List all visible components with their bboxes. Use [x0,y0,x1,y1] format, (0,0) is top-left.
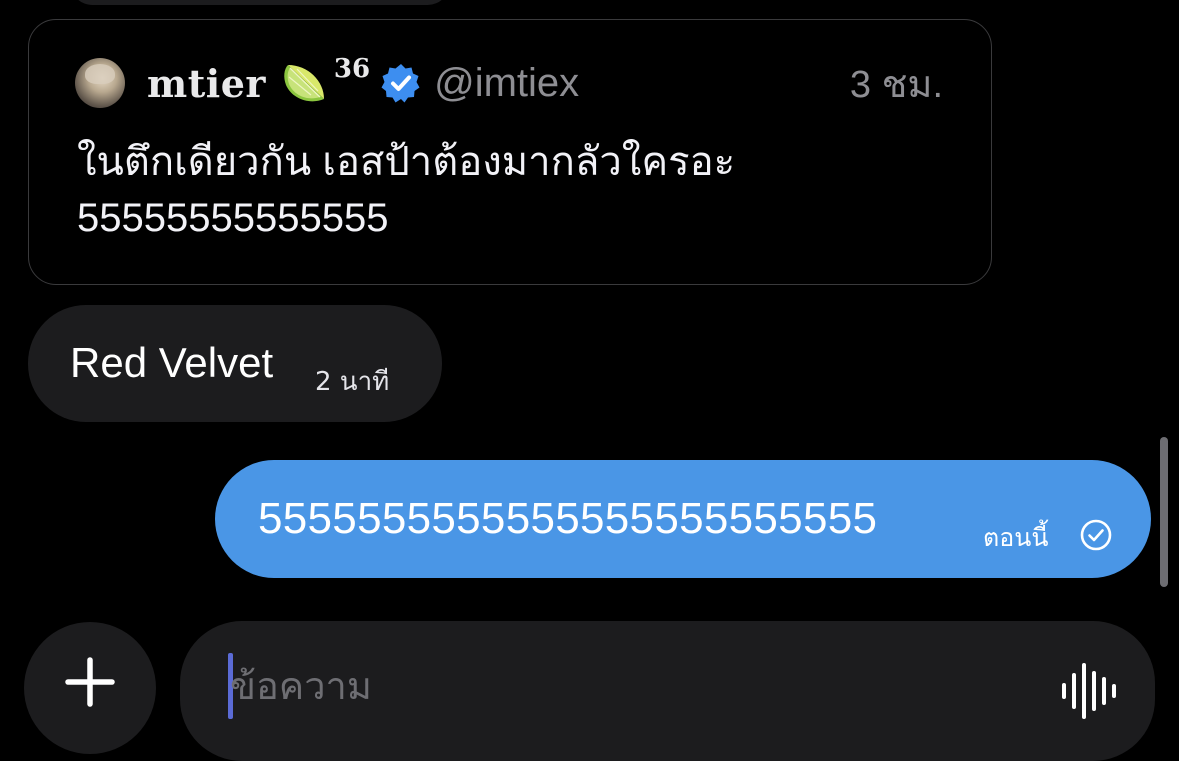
received-message-bubble[interactable]: Red Velvet 2 นาที [28,305,442,422]
quoted-post-header: mtier 36 @imtiex 3 ชม. [75,54,943,110]
voice-waveform-icon[interactable] [1058,663,1118,719]
post-text-line: ในตึกเดียวกัน เอสป้าต้องมากลัวใครอะ [77,140,736,184]
scrollbar[interactable] [1160,437,1168,587]
post-timestamp: 3 ชม. [849,63,943,106]
plus-icon [65,657,115,707]
lime-icon [284,65,324,102]
sent-check-icon [1080,519,1112,551]
message-timestamp: 2 นาที [315,367,390,397]
sent-message-bubble[interactable]: 5555555555555555555555555 ตอนนี้ [215,460,1151,578]
avatar[interactable] [75,58,125,108]
add-attachment-button[interactable] [24,622,156,754]
message-text: 5555555555555555555555555 [258,494,878,543]
quoted-post-body: ในตึกเดียวกัน เอสป้าต้องมากลัวใครอะ 5555… [77,134,951,246]
message-timestamp: ตอนนี้ [983,523,1049,552]
post-text-line: 55555555555555 [77,196,389,240]
verified-badge-icon [381,64,420,103]
quoted-post-card[interactable]: mtier 36 @imtiex 3 ชม. ในตึกเดียวกัน เอส… [28,19,992,285]
display-name[interactable]: mtier [147,61,266,106]
message-input[interactable] [230,651,1030,721]
user-handle[interactable]: @imtiex [434,61,579,106]
message-text: Red Velvet [70,339,274,386]
previous-message-bubble [70,0,450,5]
badge-count: 36 [333,54,371,84]
message-composer[interactable] [180,621,1155,761]
